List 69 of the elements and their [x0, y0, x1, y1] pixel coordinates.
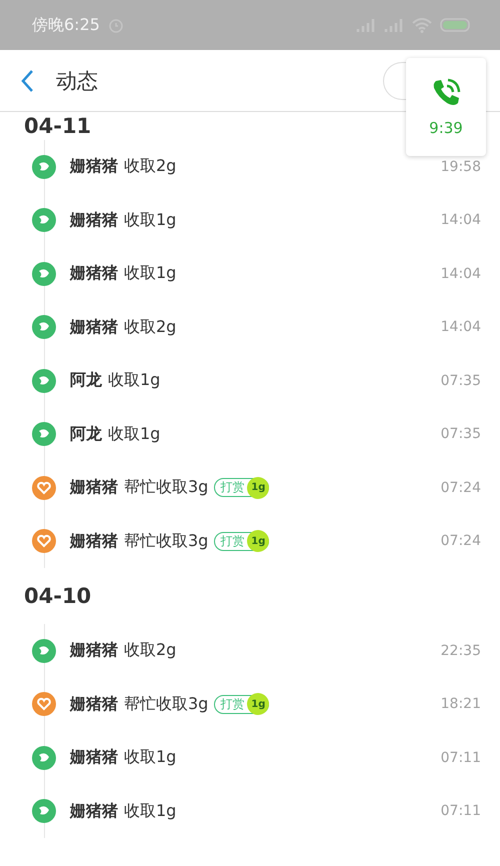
date-heading: 04-11 — [24, 114, 92, 138]
activity-time: 14:04 — [440, 266, 481, 282]
leaf-icon — [32, 368, 56, 393]
action-text: 收取1g — [124, 800, 176, 822]
action-text: 收取1g — [108, 370, 160, 392]
status-time: 傍晚6:25 — [32, 14, 100, 36]
activity-time: 07:24 — [440, 533, 481, 550]
leaf-icon — [32, 262, 56, 286]
friend-name: 姗猪猪 — [70, 530, 118, 552]
activity-row[interactable]: 姗猪猪 帮忙收取3g 打赏 1g 07:24 — [0, 514, 500, 568]
leaf-icon — [32, 746, 56, 770]
activity-time: 14:04 — [440, 319, 481, 336]
reward-amount: 1g — [247, 530, 270, 552]
friend-name: 姗猪猪 — [70, 694, 118, 715]
friend-name: 姗猪猪 — [70, 640, 118, 662]
activity-time: 22:35 — [440, 642, 481, 659]
leaf-icon — [32, 154, 56, 179]
action-text: 收取1g — [124, 747, 176, 768]
action-text: 帮忙收取3g — [124, 477, 208, 498]
activity-row[interactable]: 姗猪猪 帮忙收取3g 打赏 1g 18:21 — [0, 678, 500, 731]
activity-time: 07:35 — [440, 372, 481, 389]
action-text: 帮忙收取3g — [124, 530, 208, 552]
call-duration: 9:39 — [429, 119, 463, 137]
leaf-icon — [32, 208, 56, 232]
leaf-icon — [32, 799, 56, 824]
activity-row[interactable]: 姗猪猪 帮忙收取3g 打赏 1g 07:24 — [0, 461, 500, 514]
activity-row[interactable]: 姗猪猪 收取2g 14:04 — [0, 300, 500, 354]
activity-row[interactable]: 阿龙 收取1g 07:35 — [0, 408, 500, 461]
activity-time: 07:11 — [440, 750, 481, 766]
friend-name: 姗猪猪 — [70, 747, 118, 768]
activity-time: 07:35 — [440, 426, 481, 442]
date-heading: 04-10 — [24, 584, 92, 608]
activity-row[interactable]: 姗猪猪 收取1g 07:11 — [0, 731, 500, 784]
reward-label: 打赏 — [220, 479, 244, 496]
friend-name: 阿龙 — [70, 424, 102, 445]
friend-name: 姗猪猪 — [70, 477, 118, 498]
action-text: 收取2g — [124, 640, 176, 662]
leaf-icon — [32, 422, 56, 446]
activity-time: 18:21 — [440, 696, 481, 712]
friend-name: 姗猪猪 — [70, 156, 118, 178]
activity-row[interactable]: 姗猪猪 收取1g 07:11 — [0, 784, 500, 838]
page-title: 动态 — [56, 68, 98, 94]
activity-row[interactable]: 阿龙 收取1g 07:35 — [0, 354, 500, 408]
back-icon[interactable] — [20, 68, 34, 92]
friend-name: 姗猪猪 — [70, 263, 118, 284]
friend-name: 阿龙 — [70, 370, 102, 392]
action-text: 收取2g — [124, 316, 176, 338]
reward-amount: 1g — [247, 476, 270, 499]
action-text: 收取2g — [124, 156, 176, 178]
reward-amount: 1g — [247, 693, 270, 716]
action-text: 收取1g — [108, 424, 160, 445]
friend-name: 姗猪猪 — [70, 316, 118, 338]
activity-time: 07:11 — [440, 803, 481, 820]
friend-name: 姗猪猪 — [70, 800, 118, 822]
activity-time: 07:24 — [440, 480, 481, 496]
reward-label: 打赏 — [220, 532, 244, 550]
activity-row[interactable]: 姗猪猪 收取1g 14:04 — [0, 247, 500, 300]
leaf-icon — [32, 315, 56, 340]
activity-row[interactable]: 姗猪猪 收取1g 14:04 — [0, 194, 500, 247]
leaf-icon — [32, 638, 56, 663]
action-text: 收取1g — [124, 263, 176, 284]
reward-label: 打赏 — [220, 696, 244, 713]
activity-time: 14:04 — [440, 212, 481, 228]
action-text: 帮忙收取3g — [124, 694, 208, 715]
friend-name: 姗猪猪 — [70, 210, 118, 231]
activity-row[interactable]: 姗猪猪 收取2g 22:35 — [0, 624, 500, 678]
battery-icon — [440, 18, 472, 32]
activity-time: 19:58 — [440, 158, 481, 175]
action-text: 收取1g — [124, 210, 176, 231]
